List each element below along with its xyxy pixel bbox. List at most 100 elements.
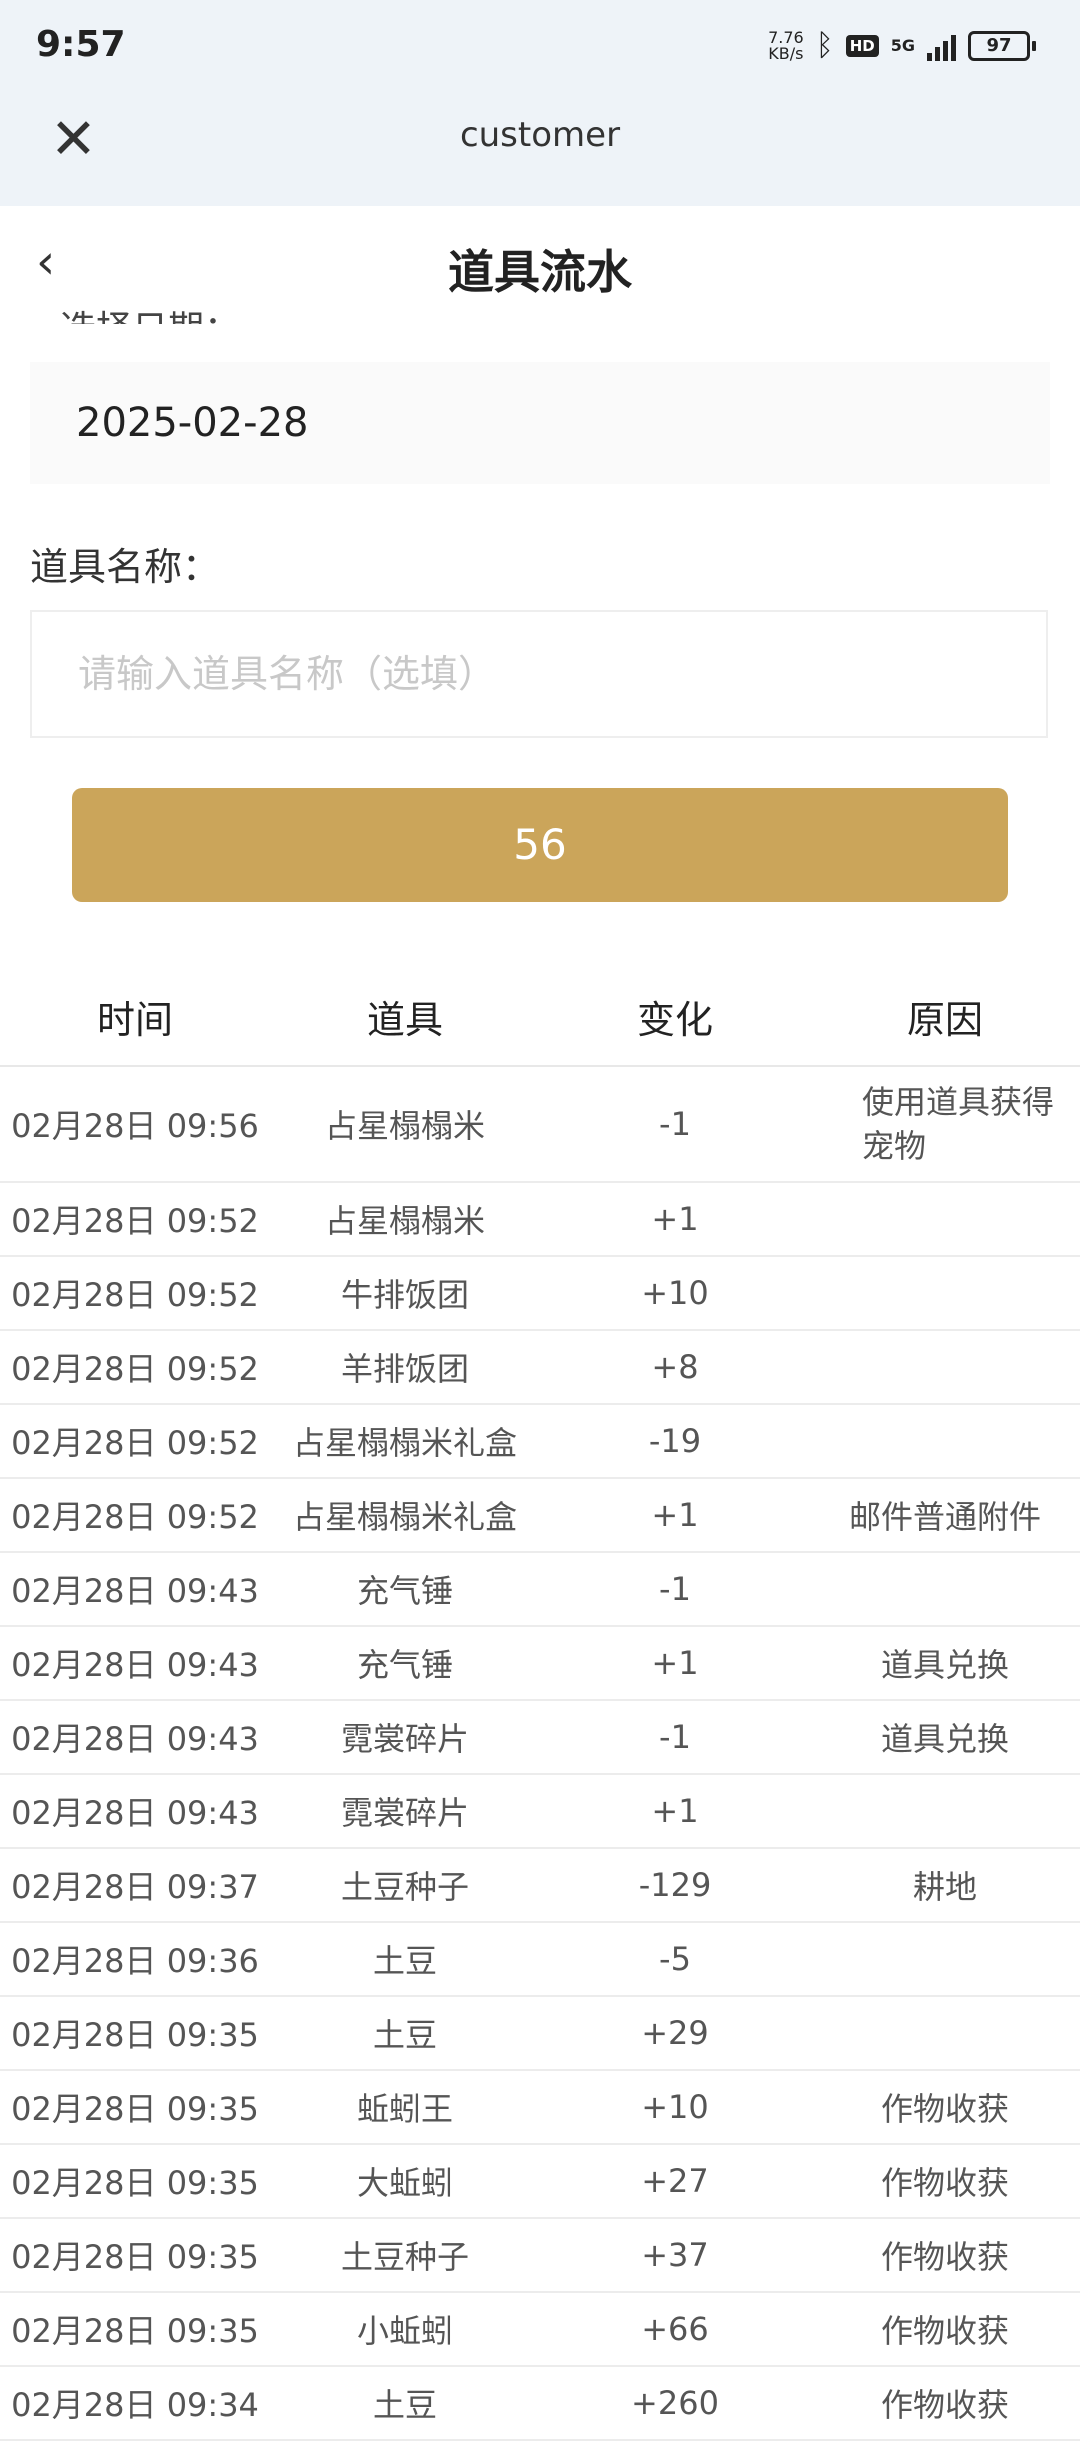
cell-reason: 作物收获 [880, 2164, 1009, 2202]
signal-icon [927, 31, 956, 61]
cell-time: 02月28日 09:43 [11, 1720, 259, 1758]
network-type: 5G [890, 36, 915, 55]
cell-item: 占星榻榻米礼盒 [292, 1498, 517, 1536]
cell-reason: 作物收获 [880, 2238, 1009, 2276]
cell-item: 牛排饭团 [340, 1276, 469, 1314]
table-row: 02月28日 09:52 羊排饭团 +8 [0, 1331, 1080, 1405]
table-row: 02月28日 09:43 充气锤 +1 道具兑换 [0, 1627, 1080, 1701]
table-row: 02月28日 09:35 蚯蚓王 +10 作物收获 [0, 2071, 1080, 2145]
date-picker[interactable]: 2025-02-28 [30, 362, 1050, 484]
cell-item: 蚯蚓王 [356, 2090, 453, 2128]
header-time: 时间 [96, 998, 173, 1042]
network-speed: 7.76 KB/s [768, 29, 804, 63]
cell-item: 充气锤 [356, 1646, 453, 1684]
cell-item: 占星榻榻米 [324, 1107, 485, 1145]
table-header: 时间 道具 变化 原因 [0, 985, 1080, 1067]
battery-icon: 97 [968, 30, 1036, 61]
table-row: 02月28日 09:35 大蚯蚓 +27 作物收获 [0, 2145, 1080, 2219]
cell-change: -1 [659, 1570, 691, 1608]
table-row: 02月28日 09:43 霓裳碎片 +1 [0, 1775, 1080, 1849]
date-value: 2025-02-28 [76, 400, 309, 446]
table-row: 02月28日 09:35 小蚯蚓 +66 作物收获 [0, 2293, 1080, 2367]
cell-item: 羊排饭团 [340, 1350, 469, 1388]
battery-level: 97 [968, 30, 1030, 61]
cell-time: 02月28日 09:35 [11, 2238, 259, 2276]
network-speed-unit: KB/s [768, 43, 804, 63]
cell-change: +10 [641, 1274, 709, 1312]
cell-change: +29 [641, 2014, 709, 2052]
page-title: 道具流水 [448, 245, 632, 299]
cell-time: 02月28日 09:52 [11, 1498, 259, 1536]
query-button[interactable]: 56 [72, 788, 1008, 902]
cell-time: 02月28日 09:52 [11, 1202, 259, 1240]
bluetooth-icon: ᛒ [815, 28, 834, 63]
cell-item: 占星榻榻米 [324, 1202, 485, 1240]
cell-time: 02月28日 09:43 [11, 1572, 259, 1610]
cell-item: 土豆种子 [340, 2238, 469, 2276]
item-name-input[interactable] [32, 612, 1046, 736]
cell-time: 02月28日 09:52 [11, 1424, 259, 1462]
cell-time: 02月28日 09:43 [11, 1794, 259, 1832]
cell-change: +37 [641, 2236, 709, 2274]
cell-reason: 耕地 [912, 1868, 977, 1906]
cell-change: +8 [651, 1348, 699, 1386]
cell-change: -129 [638, 1866, 712, 1904]
table-row: 02月28日 09:56 占星榻榻米 -1 使用道具获得宠物 [0, 1067, 1080, 1183]
table-row: 02月28日 09:52 占星榻榻米礼盒 +1 邮件普通附件 [0, 1479, 1080, 1553]
cell-time: 02月28日 09:56 [11, 1107, 259, 1145]
cell-change: +10 [641, 2088, 709, 2126]
cell-change: +1 [651, 1644, 699, 1682]
cell-change: +1 [651, 1496, 699, 1534]
cell-change: +260 [631, 2384, 719, 2422]
header-item: 道具 [366, 998, 443, 1042]
cell-change: -1 [659, 1105, 691, 1143]
cell-item: 霓裳碎片 [340, 1720, 469, 1758]
cell-change: +1 [651, 1792, 699, 1830]
cell-time: 02月28日 09:36 [11, 1942, 259, 1980]
table-row: 02月28日 09:34 土豆 +260 作物收获 [0, 2367, 1080, 2441]
page-header: ‹ 道具流水 [0, 206, 1080, 314]
cell-change: +27 [641, 2162, 709, 2200]
cell-item: 小蚯蚓 [356, 2312, 453, 2350]
table-row: 02月28日 09:35 土豆 +29 [0, 1997, 1080, 2071]
cell-reason: 道具兑换 [880, 1646, 1009, 1684]
cell-change: -5 [659, 1940, 691, 1978]
table-body: 02月28日 09:56 占星榻榻米 -1 使用道具获得宠物 02月28日 09:52 占… [0, 1067, 1080, 2441]
cell-reason: 作物收获 [880, 2386, 1009, 2424]
table-row: 02月28日 09:36 土豆 -5 [0, 1923, 1080, 1997]
cell-change: +66 [641, 2310, 709, 2348]
cell-item: 土豆 [372, 2016, 437, 2054]
hd-icon: HD [845, 34, 879, 57]
cell-reason: 使用道具获得宠物 [862, 1083, 1055, 1165]
cell-item: 土豆 [372, 1942, 437, 1980]
cell-reason: 道具兑换 [880, 1720, 1009, 1758]
status-icons: 7.76 KB/s ᛒ HD 5G 97 [768, 28, 1036, 63]
cell-time: 02月28日 09:43 [11, 1646, 259, 1684]
table-row: 02月28日 09:43 霓裳碎片 -1 道具兑换 [0, 1701, 1080, 1775]
cell-change: -1 [659, 1718, 691, 1756]
table-row: 02月28日 09:37 土豆种子 -129 耕地 [0, 1849, 1080, 1923]
cell-time: 02月28日 09:35 [11, 2312, 259, 2350]
system-status-bar: 9:57 7.76 KB/s ᛒ HD 5G 97 ✕ customer [0, 0, 1080, 206]
header-change: 变化 [636, 998, 713, 1042]
cell-reason: 作物收获 [880, 2090, 1009, 2128]
cell-item: 霓裳碎片 [340, 1794, 469, 1832]
cell-change: +1 [651, 1200, 699, 1238]
cell-reason: 作物收获 [880, 2312, 1009, 2350]
cell-time: 02月28日 09:34 [11, 2386, 259, 2424]
cell-item: 土豆种子 [340, 1868, 469, 1906]
cell-reason: 邮件普通附件 [848, 1498, 1041, 1536]
cell-item: 占星榻榻米礼盒 [292, 1424, 517, 1462]
cell-item: 充气锤 [356, 1572, 453, 1610]
table-row: 02月28日 09:52 占星榻榻米 +1 [0, 1183, 1080, 1257]
table-row: 02月28日 09:52 占星榻榻米礼盒 -19 [0, 1405, 1080, 1479]
item-name-field[interactable] [30, 610, 1048, 738]
cell-time: 02月28日 09:37 [11, 1868, 259, 1906]
header-reason: 原因 [906, 998, 983, 1042]
cell-time: 02月28日 09:35 [11, 2090, 259, 2128]
cell-time: 02月28日 09:52 [11, 1350, 259, 1388]
cell-change: -19 [648, 1422, 702, 1460]
cell-item: 大蚯蚓 [356, 2164, 453, 2202]
cell-time: 02月28日 09:35 [11, 2016, 259, 2054]
cell-time: 02月28日 09:35 [11, 2164, 259, 2202]
